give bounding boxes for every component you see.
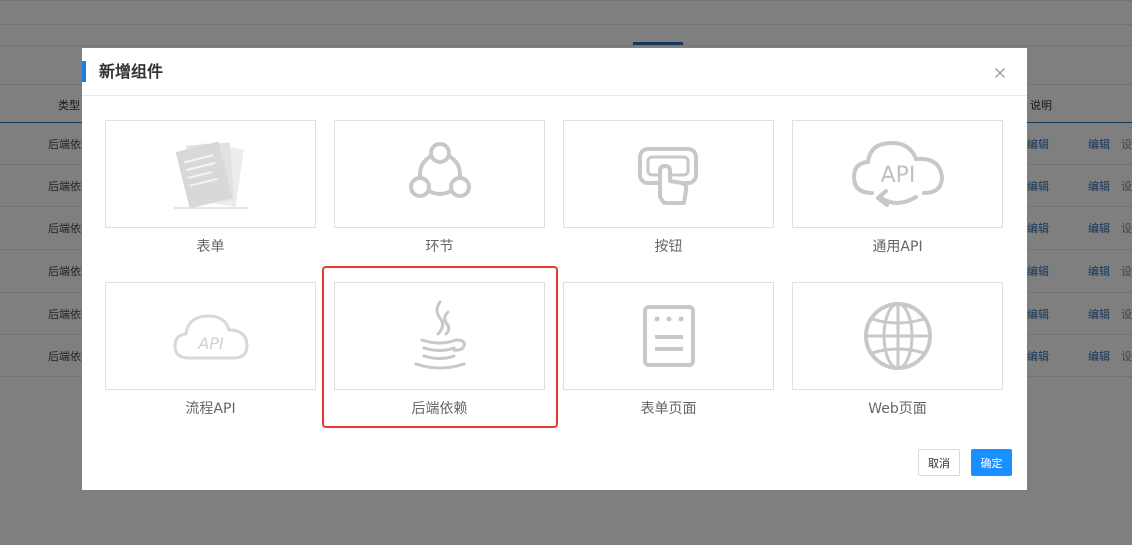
component-card-form[interactable]: 表单 (105, 120, 316, 256)
title-accent-bar (82, 61, 86, 82)
card-icon-box: API (792, 120, 1003, 228)
card-icon-box: API (105, 282, 316, 390)
cloud-api-outline-icon: API (173, 314, 248, 360)
component-card-common-api[interactable]: API 通用API (792, 120, 1003, 256)
touch-button-icon (637, 147, 698, 205)
card-label: 后端依赖 (411, 401, 468, 417)
api-icon-text: API (197, 334, 224, 353)
component-card-web-page[interactable]: Web页面 (792, 282, 1003, 418)
card-icon-box (563, 120, 774, 228)
cloud-api-icon: API (851, 140, 944, 207)
card-icon-box (334, 120, 545, 228)
dialog-header: 新增组件 (82, 48, 1027, 96)
component-card-form-page[interactable]: 表单页面 (563, 282, 774, 418)
card-label: Web页面 (868, 401, 927, 417)
component-card-backend-dependency[interactable]: 后端依赖 (334, 282, 545, 418)
cancel-button[interactable]: 取消 (918, 449, 960, 476)
add-component-dialog: 新增组件 表单 环节 按钮 API 通用API API 流程API 后端依赖 表… (82, 48, 1027, 490)
card-icon-box (563, 282, 774, 390)
api-icon-text: API (880, 163, 915, 188)
card-label: 流程API (185, 401, 236, 417)
form-icon (173, 141, 248, 209)
card-label: 表单 (196, 239, 225, 255)
card-label: 表单页面 (640, 401, 697, 417)
card-label: 通用API (872, 239, 923, 255)
card-icon-box (105, 120, 316, 228)
form-page-icon (642, 305, 695, 367)
node-cycle-icon (408, 142, 471, 198)
card-icon-box (334, 282, 545, 390)
card-icon-box (792, 282, 1003, 390)
card-label: 按钮 (654, 239, 683, 255)
card-label: 环节 (425, 239, 454, 255)
java-icon (414, 300, 466, 370)
close-icon[interactable] (991, 64, 1009, 82)
component-card-node[interactable]: 环节 (334, 120, 545, 256)
confirm-button[interactable]: 确定 (971, 449, 1012, 476)
globe-icon (863, 302, 932, 370)
component-card-button[interactable]: 按钮 (563, 120, 774, 256)
component-card-process-api[interactable]: API 流程API (105, 282, 316, 418)
dialog-title: 新增组件 (99, 62, 164, 81)
